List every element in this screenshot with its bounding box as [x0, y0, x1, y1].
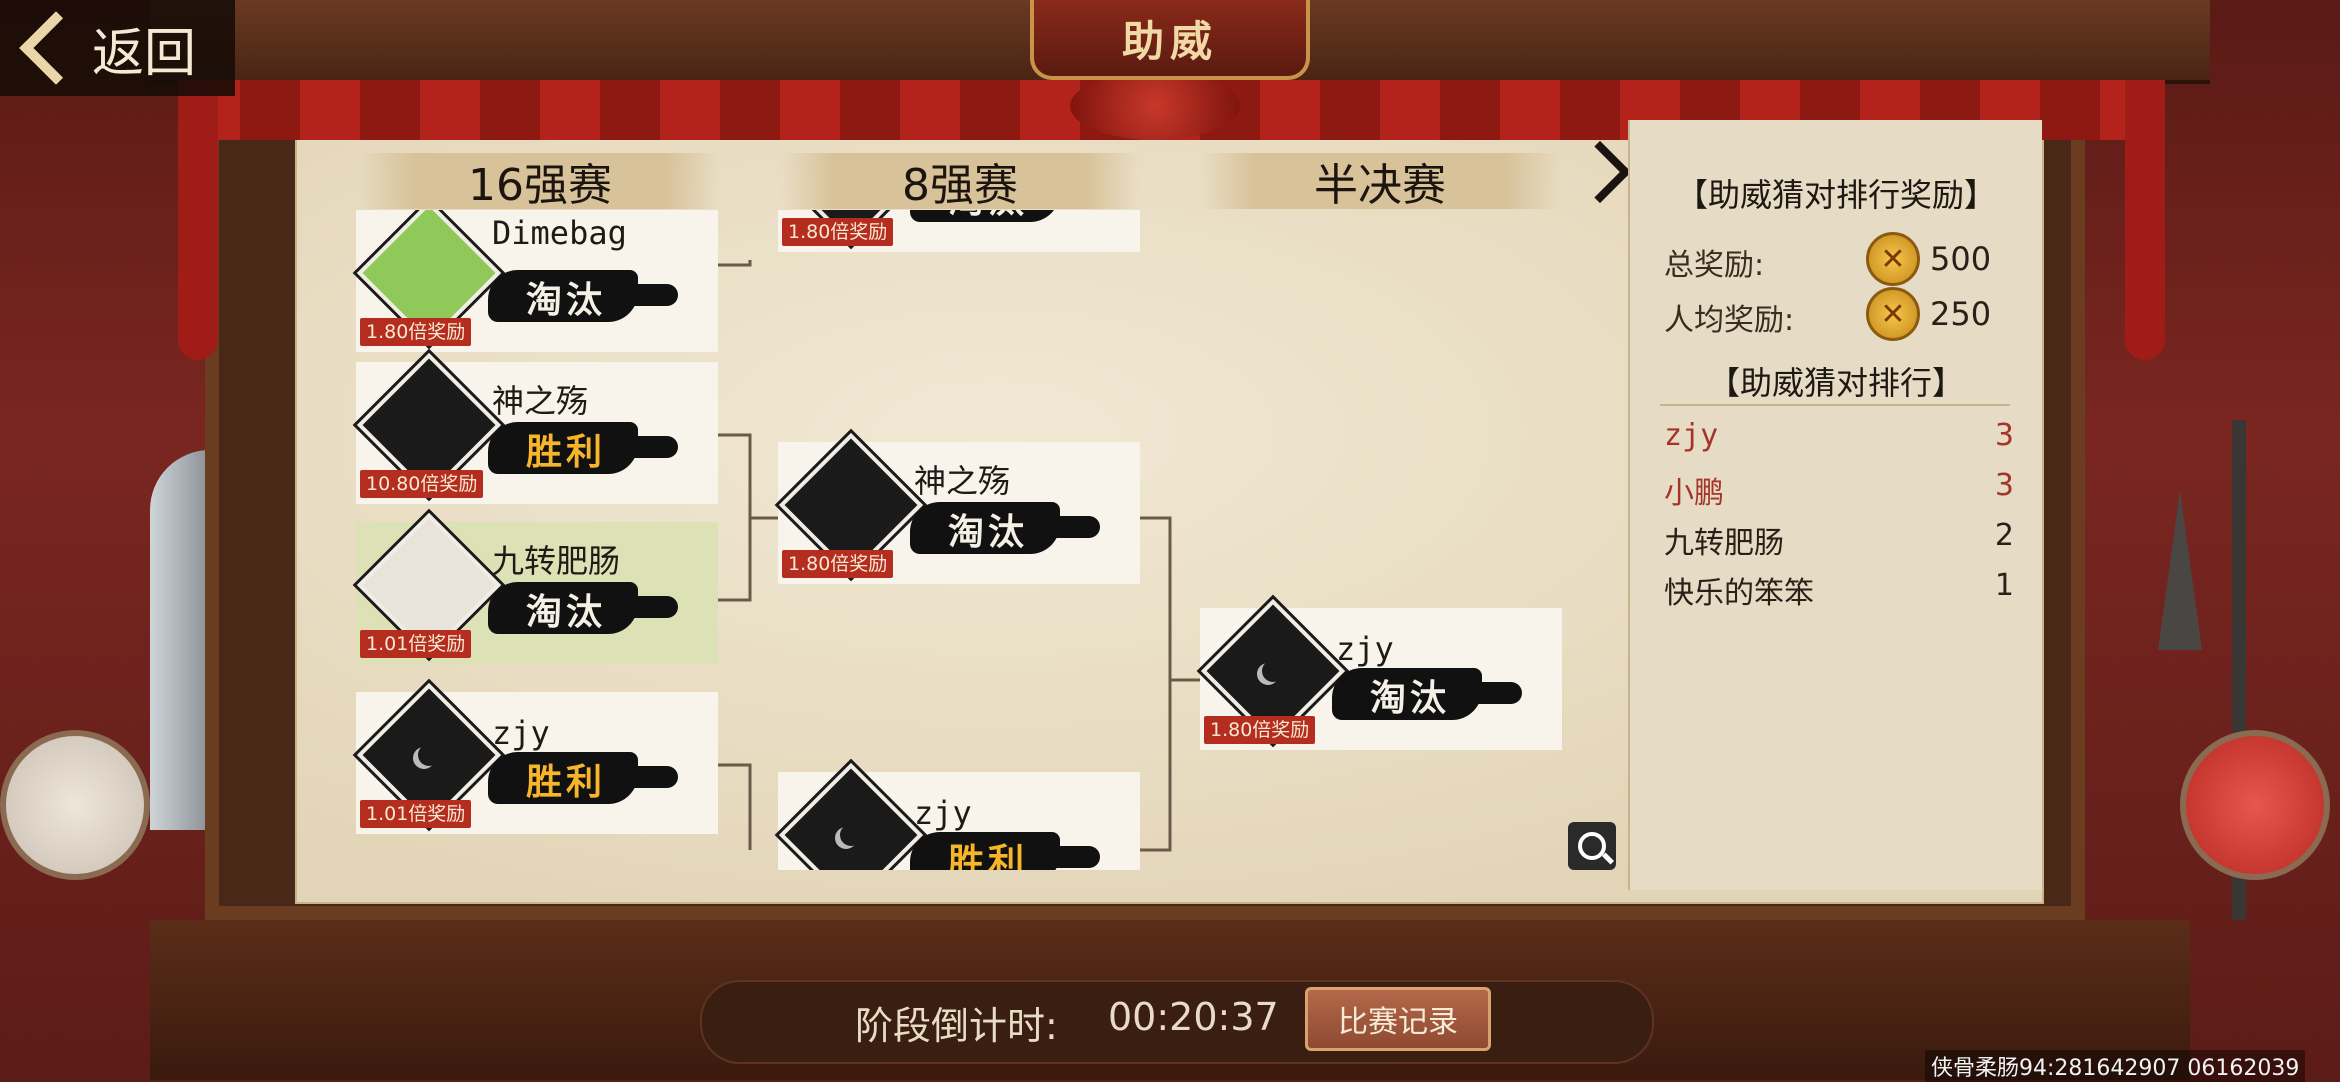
odds-badge: 10.80倍奖励: [360, 470, 484, 498]
spear-head-decoration: [2158, 490, 2202, 650]
player-name: zjy: [914, 794, 972, 832]
sword-decoration: [150, 450, 210, 830]
match-card[interactable]: zjy 胜利: [778, 762, 1140, 870]
match-card-selected[interactable]: 九转肥肠 淘汰 1.01倍奖励: [356, 512, 718, 664]
match-result: 淘汰: [918, 210, 1058, 222]
magnifier-icon: [1578, 832, 1606, 860]
player-avatar: [778, 762, 924, 870]
match-result: 淘汰: [1369, 677, 1450, 719]
ranking-score: 1: [1994, 568, 2014, 603]
round-header-semi: 半决赛: [1200, 153, 1560, 211]
round-header-16: 16强赛: [360, 153, 720, 211]
ranking-name: zjy: [1664, 418, 1719, 453]
odds-badge: 1.80倍奖励: [782, 550, 894, 578]
total-reward-value: 500: [1930, 240, 1992, 278]
side-curtain-left: [178, 80, 218, 360]
match-result: 淘汰: [525, 591, 606, 633]
ranking-score: 3: [1994, 418, 2014, 453]
match-card[interactable]: 神之殇 胜利 10.80倍奖励: [356, 352, 718, 504]
divider: [1660, 404, 2010, 406]
coin-icon: ✕: [1866, 287, 1920, 341]
match-card[interactable]: zjy 胜利 1.01倍奖励: [356, 682, 718, 834]
match-result: 淘汰: [525, 279, 606, 321]
ranking-name: 快乐的笨笨: [1664, 576, 1814, 611]
odds-badge: 1.80倍奖励: [1204, 716, 1316, 744]
coin-icon: ✕: [1866, 232, 1920, 286]
moon-icon: [418, 744, 440, 766]
ranking-name: 小鹏: [1664, 476, 1724, 511]
ranking-title: 【助威猜对排行】: [1707, 364, 1964, 402]
match-result: 胜利: [525, 431, 606, 473]
bracket: Dimebag 淘汰 1.80倍奖励 神之殇 胜利 10.80倍奖励 九转肥肠 …: [340, 210, 1590, 870]
odds-badge: 1.80倍奖励: [782, 218, 894, 246]
moon-icon: [840, 824, 862, 846]
odds-badge: 1.01倍奖励: [360, 800, 472, 828]
match-card[interactable]: zjy 淘汰 1.80倍奖励: [1200, 598, 1562, 750]
zoom-in-button[interactable]: [1568, 822, 1616, 870]
player-name: zjy: [1336, 630, 1394, 668]
match-result: 胜利: [947, 841, 1028, 870]
per-reward-label: 人均奖励:: [1664, 303, 1795, 338]
per-reward-value: 250: [1930, 295, 1992, 333]
curtain-knot: [1070, 72, 1240, 140]
match-result: 胜利: [525, 761, 606, 803]
player-name: Dimebag: [492, 214, 627, 252]
odds-badge: 1.80倍奖励: [360, 318, 472, 346]
round-header-8: 8强赛: [780, 153, 1140, 211]
ranking-panel: 【助威猜对排行奖励】 总奖励: ✕ 500 人均奖励: ✕ 250 【助威猜对排…: [1628, 120, 2042, 890]
watermark: 侠骨柔肠94:281642907 06162039: [1925, 1050, 2306, 1082]
match-result: 淘汰: [947, 511, 1028, 553]
back-button[interactable]: 返回: [0, 0, 235, 96]
match-card[interactable]: 淘汰 1.80倍奖励: [778, 210, 1140, 252]
countdown-value: 00:20:37: [1108, 995, 1279, 1039]
ranking-score: 3: [1994, 468, 2014, 503]
match-card[interactable]: 神之殇 淘汰 1.80倍奖励: [778, 432, 1140, 584]
back-label: 返回: [92, 24, 197, 83]
countdown-label: 阶段倒计时:: [855, 1004, 1058, 1048]
player-name: zjy: [492, 714, 550, 752]
match-record-button[interactable]: 比赛记录: [1305, 987, 1491, 1051]
drum-left: [0, 730, 150, 880]
ranking-score: 2: [1994, 518, 2014, 553]
drum-right: [2180, 730, 2330, 880]
total-reward-label: 总奖励:: [1664, 248, 1765, 283]
ranking-name: 九转肥肠: [1664, 526, 1784, 561]
moon-icon: [1262, 660, 1284, 682]
page-title: 助威: [1030, 0, 1310, 80]
player-name: 神之殇: [492, 382, 589, 420]
match-card[interactable]: Dimebag 淘汰 1.80倍奖励: [356, 210, 718, 352]
rewards-title: 【助威猜对排行奖励】: [1675, 176, 1996, 214]
odds-badge: 1.01倍奖励: [360, 630, 472, 658]
player-name: 神之殇: [914, 462, 1011, 500]
player-name: 九转肥肠: [492, 542, 621, 580]
chevron-left-icon: [19, 11, 93, 85]
side-curtain-right: [2125, 80, 2165, 360]
